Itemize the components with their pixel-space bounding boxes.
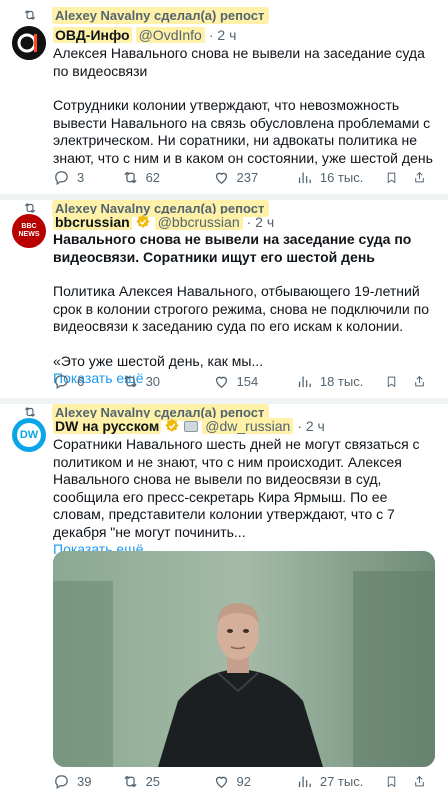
tweet-paragraph: «Это уже шестой день, как мы... (53, 352, 264, 369)
tweet-dwrussian[interactable]: Alexey Navalny сделал(а) репост DW DW на… (0, 403, 448, 800)
share-button[interactable] (413, 169, 433, 186)
avatar-bbc[interactable]: BBC NEWS (12, 214, 46, 248)
repost-icon (123, 775, 137, 787)
tweet-headline: Навального снова не вывели на заседание … (53, 231, 416, 265)
tweet-photo[interactable] (53, 551, 435, 767)
author-name[interactable]: DW на русском (53, 418, 162, 434)
action-bar: 39 25 92 27 тыс. (53, 771, 433, 791)
tweet-text: Соратники Навального шесть дней не могут… (53, 436, 434, 559)
avatar-dw[interactable]: DW (12, 418, 46, 452)
share-icon (415, 775, 424, 786)
bookmark-button[interactable] (385, 773, 405, 790)
tweet-paragraph: Сотрудники колонии утверждают, что невоз… (53, 97, 435, 166)
views-icon (298, 376, 311, 387)
like-count: 92 (236, 773, 251, 789)
like-icon (215, 376, 227, 388)
like-count: 154 (236, 373, 259, 389)
like-icon (215, 172, 227, 184)
tweet-time[interactable]: · 2 ч (247, 214, 275, 230)
like-button[interactable]: 154 (213, 373, 292, 390)
tweet-paragraph: Алексея Навального снова не вывели на за… (53, 45, 429, 79)
avatar-logo-text: DW (17, 423, 41, 447)
tweet-header: ОВД-Инфо @OvdInfo · 2 ч (53, 25, 440, 45)
share-button[interactable] (413, 773, 433, 790)
tweet-bbcrussian[interactable]: Alexey Navalny сделал(а) репост BBC NEWS… (0, 199, 448, 398)
views-button[interactable]: 27 тыс. (296, 773, 379, 790)
repost-header: Alexey Navalny сделал(а) репост (22, 6, 270, 24)
views-icon (298, 776, 311, 787)
repost-icon (123, 171, 137, 183)
repost-icon (22, 201, 38, 215)
repost-icon (22, 8, 38, 22)
tweet-time[interactable]: · 2 ч (297, 418, 325, 434)
bookmark-icon (387, 776, 396, 787)
author-name[interactable]: ОВД-Инфо (53, 27, 132, 43)
avatar-ovdinfo[interactable] (12, 26, 46, 60)
repost-button[interactable]: 30 (122, 373, 209, 390)
author-handle[interactable]: @bbcrussian (154, 214, 243, 230)
views-count: 18 тыс. (319, 373, 364, 389)
reply-count: 6 (77, 373, 85, 389)
bookmark-button[interactable] (385, 169, 405, 186)
like-button[interactable]: 237 (213, 169, 292, 186)
tweet-paragraph: Политика Алексея Навального, отбывающего… (53, 283, 433, 334)
tweet-header: DW на русском @dw_russian · 2 ч (53, 416, 440, 436)
share-icon (415, 171, 424, 182)
reply-icon (55, 170, 68, 185)
flag-icon (184, 420, 199, 432)
views-button[interactable]: 18 тыс. (296, 373, 379, 390)
repost-icon (22, 405, 38, 419)
bookmark-button[interactable] (385, 373, 405, 390)
share-icon (415, 375, 424, 386)
repost-button[interactable]: 25 (122, 773, 209, 790)
reply-button[interactable]: 39 (53, 773, 112, 790)
repost-icon (123, 375, 137, 387)
action-bar: 3 62 237 16 тыс. (53, 167, 433, 187)
reply-count: 39 (77, 773, 92, 789)
reply-icon (55, 774, 68, 789)
views-icon (298, 172, 311, 183)
views-count: 27 тыс. (319, 773, 364, 789)
action-bar: 6 30 154 18 тыс. (53, 371, 433, 391)
views-button[interactable]: 16 тыс. (296, 169, 379, 186)
repost-count: 25 (145, 773, 161, 789)
tweet-ovdinfo[interactable]: Alexey Navalny сделал(а) репост ОВД-Инфо… (0, 0, 448, 194)
photo-image (53, 551, 435, 767)
tweet-paragraph: Соратники Навального шесть дней не могут… (53, 436, 424, 540)
author-handle[interactable]: @dw_russian (202, 418, 294, 434)
bookmark-icon (387, 376, 396, 387)
like-button[interactable]: 92 (213, 773, 292, 790)
repost-count: 30 (145, 373, 161, 389)
reply-count: 3 (77, 169, 85, 185)
verified-badge-icon (164, 418, 180, 434)
verified-badge-icon (135, 214, 151, 230)
reply-button[interactable]: 6 (53, 373, 112, 390)
author-name[interactable]: bbcrussian (53, 214, 132, 230)
author-handle[interactable]: @OvdInfo (135, 27, 205, 43)
like-count: 237 (236, 169, 259, 185)
repost-label[interactable]: Alexey Navalny сделал(а) репост (52, 6, 270, 24)
tweet-time[interactable]: · 2 ч (209, 27, 237, 43)
reply-button[interactable]: 3 (53, 169, 112, 186)
tweet-text: Алексея Навального снова не вывели на за… (53, 45, 434, 167)
bookmark-icon (387, 172, 396, 183)
share-button[interactable] (413, 373, 433, 390)
tweet-header: bbcrussian @bbcrussian · 2 ч (53, 212, 440, 232)
tweet-text: Навального снова не вывели на заседание … (53, 231, 434, 388)
views-count: 16 тыс. (319, 169, 364, 185)
repost-button[interactable]: 62 (122, 169, 209, 186)
reply-icon (55, 374, 68, 389)
repost-count: 62 (145, 169, 161, 185)
like-icon (215, 776, 227, 788)
avatar-logo-text: BBC NEWS (18, 223, 40, 238)
